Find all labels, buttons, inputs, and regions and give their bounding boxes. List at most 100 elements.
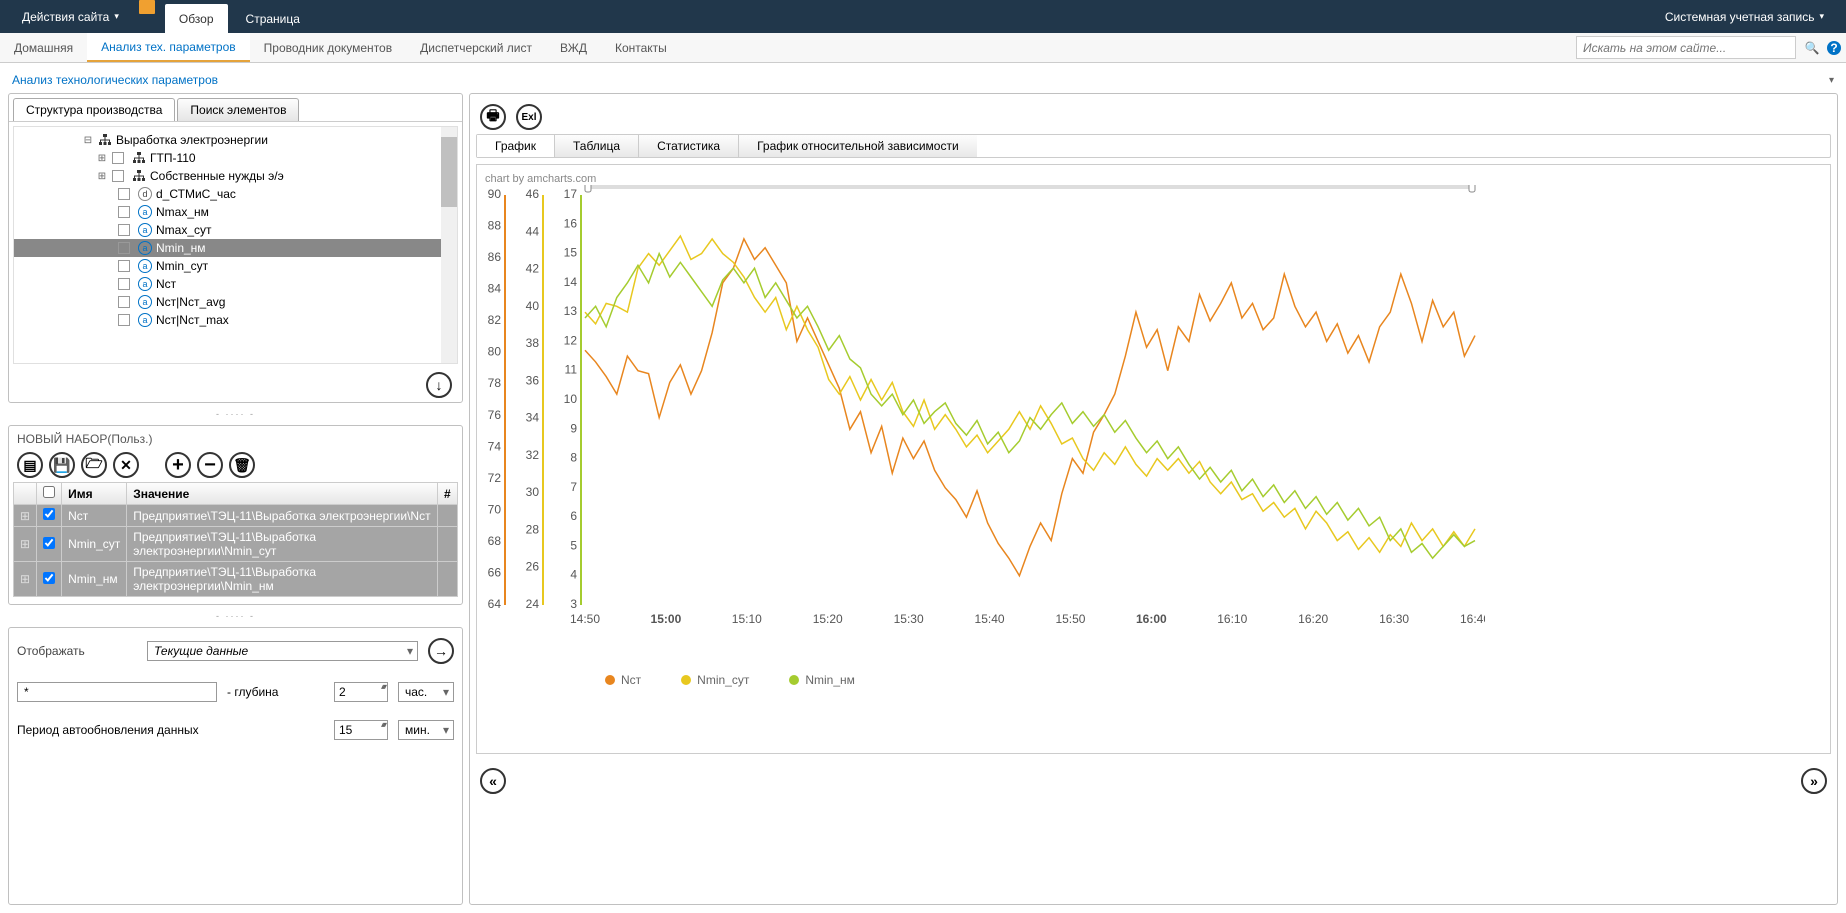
- dataset-title: НОВЫЙ НАБОР(Польз.): [13, 430, 458, 448]
- svg-text:84: 84: [488, 282, 502, 296]
- analog-tag-icon: [138, 241, 152, 255]
- analog-tag-icon: [138, 295, 152, 309]
- expander-icon[interactable]: ⊞: [96, 171, 108, 182]
- row-checkbox[interactable]: [43, 508, 55, 520]
- tree-node[interactable]: Nст: [14, 275, 457, 293]
- svg-text:7: 7: [570, 480, 577, 494]
- row-checkbox[interactable]: [43, 537, 55, 549]
- splitter-grip-2[interactable]: - ···· -: [8, 609, 463, 623]
- chart-tab[interactable]: График относительной зависимости: [739, 135, 977, 157]
- node-label: Nmax_сут: [156, 223, 212, 237]
- table-row[interactable]: ⊞Nmin_сутПредприятие\ТЭЦ-11\Выработка эл…: [14, 527, 458, 562]
- legend-item[interactable]: Nmin_сут: [681, 673, 749, 687]
- splitter-grip[interactable]: - ···· -: [8, 407, 463, 421]
- tree-node[interactable]: Nmax_сут: [14, 221, 457, 239]
- svg-text:72: 72: [488, 471, 502, 485]
- node-checkbox[interactable]: [118, 242, 130, 254]
- svg-text:3: 3: [570, 597, 577, 611]
- node-checkbox[interactable]: [118, 224, 130, 236]
- prev-button[interactable]: «: [480, 768, 506, 794]
- node-checkbox[interactable]: [118, 260, 130, 272]
- table-row[interactable]: ⊞NстПредприятие\ТЭЦ-11\Выработка электро…: [14, 505, 458, 527]
- nav-home[interactable]: Домашняя: [0, 33, 87, 62]
- expander-icon[interactable]: ⊟: [82, 135, 94, 146]
- legend-item[interactable]: Nmin_нм: [789, 673, 855, 687]
- row-checkbox[interactable]: [43, 572, 55, 584]
- chart-tab[interactable]: Статистика: [639, 135, 739, 157]
- tab-search-elements[interactable]: Поиск элементов: [177, 98, 299, 121]
- tree-node[interactable]: Nmax_нм: [14, 203, 457, 221]
- site-actions-menu[interactable]: Действия сайта: [10, 0, 131, 33]
- hierarchy-icon: [132, 152, 146, 164]
- svg-text:16:20: 16:20: [1298, 612, 1328, 626]
- legend-item[interactable]: Nст: [605, 673, 641, 687]
- tree-root-label: Выработка электроэнергии: [116, 133, 268, 147]
- page-title-dropdown[interactable]: ▾: [1829, 75, 1834, 86]
- tree-node[interactable]: Nmin_сут: [14, 257, 457, 275]
- chart-credit[interactable]: chart by amcharts.com: [485, 173, 1822, 185]
- col-name[interactable]: Имя: [62, 483, 127, 505]
- navigate-up-icon[interactable]: [139, 0, 155, 14]
- svg-text:10: 10: [564, 392, 578, 406]
- help-icon[interactable]: ?: [1822, 33, 1846, 62]
- tree-node[interactable]: Nст|Nст_avg: [14, 293, 457, 311]
- account-menu[interactable]: Системная учетная запись: [1653, 10, 1836, 24]
- tree-node[interactable]: d_СТМиС_час: [14, 185, 457, 203]
- col-hash[interactable]: #: [438, 483, 458, 505]
- expander-icon[interactable]: ⊞: [96, 153, 108, 164]
- depth-filter-input[interactable]: *: [17, 682, 217, 702]
- svg-text:16:10: 16:10: [1217, 612, 1247, 626]
- add-button[interactable]: +: [165, 452, 191, 478]
- print-button[interactable]: 🖶: [480, 104, 506, 130]
- svg-text:44: 44: [526, 224, 540, 238]
- export-excel-button[interactable]: Exl: [516, 104, 542, 130]
- tree-node[interactable]: Nст|Nст_max: [14, 311, 457, 329]
- ribbon-tab-page[interactable]: Страница: [232, 4, 314, 33]
- nav-vzd[interactable]: ВЖД: [546, 33, 601, 62]
- node-checkbox[interactable]: [118, 314, 130, 326]
- display-select[interactable]: Текущие данные: [147, 641, 418, 661]
- new-button[interactable]: ▤: [17, 452, 43, 478]
- tab-structure[interactable]: Структура производства: [13, 98, 175, 121]
- chart-tab[interactable]: График: [477, 135, 555, 157]
- refresh-value-spinner[interactable]: 15: [334, 720, 388, 740]
- save-button[interactable]: 💾: [49, 452, 75, 478]
- download-tree-button[interactable]: ↓: [426, 372, 452, 398]
- row-name: Nmin_сут: [62, 527, 127, 562]
- node-checkbox[interactable]: [118, 278, 130, 290]
- nav-docs[interactable]: Проводник документов: [250, 33, 406, 62]
- select-all-checkbox[interactable]: [43, 486, 55, 498]
- refresh-unit-select[interactable]: мин.: [398, 720, 454, 740]
- node-label: Nmin_нм: [156, 241, 206, 255]
- open-button[interactable]: 🗁: [81, 452, 107, 478]
- depth-unit-select[interactable]: час.: [398, 682, 454, 702]
- tree-node[interactable]: Nmin_нм: [14, 239, 457, 257]
- search-input[interactable]: [1576, 36, 1796, 59]
- search-icon[interactable]: 🔍: [1802, 33, 1822, 62]
- tree-node[interactable]: ⊞Собственные нужды э/э: [14, 167, 457, 185]
- ribbon-tab-overview[interactable]: Обзор: [165, 4, 228, 33]
- row-expander[interactable]: ⊞: [14, 562, 37, 597]
- trash-button[interactable]: 🗑: [229, 452, 255, 478]
- nav-analysis[interactable]: Анализ тех. параметров: [87, 33, 250, 62]
- tree-scrollbar[interactable]: [441, 127, 457, 363]
- node-checkbox[interactable]: [118, 206, 130, 218]
- svg-text:64: 64: [488, 597, 502, 611]
- apply-button[interactable]: →: [428, 638, 454, 664]
- delete-button[interactable]: ✕: [113, 452, 139, 478]
- chart-tab[interactable]: Таблица: [555, 135, 639, 157]
- depth-value-spinner[interactable]: 2: [334, 682, 388, 702]
- node-checkbox[interactable]: [118, 296, 130, 308]
- nav-dispatch[interactable]: Диспетчерский лист: [406, 33, 546, 62]
- node-checkbox[interactable]: [112, 170, 124, 182]
- node-checkbox[interactable]: [118, 188, 130, 200]
- remove-button[interactable]: −: [197, 452, 223, 478]
- next-button[interactable]: »: [1801, 768, 1827, 794]
- col-value[interactable]: Значение: [127, 483, 438, 505]
- nav-contacts[interactable]: Контакты: [601, 33, 681, 62]
- table-row[interactable]: ⊞Nmin_нмПредприятие\ТЭЦ-11\Выработка эле…: [14, 562, 458, 597]
- tree-node[interactable]: ⊞ГТП-110: [14, 149, 457, 167]
- row-expander[interactable]: ⊞: [14, 527, 37, 562]
- row-expander[interactable]: ⊞: [14, 505, 37, 527]
- node-checkbox[interactable]: [112, 152, 124, 164]
